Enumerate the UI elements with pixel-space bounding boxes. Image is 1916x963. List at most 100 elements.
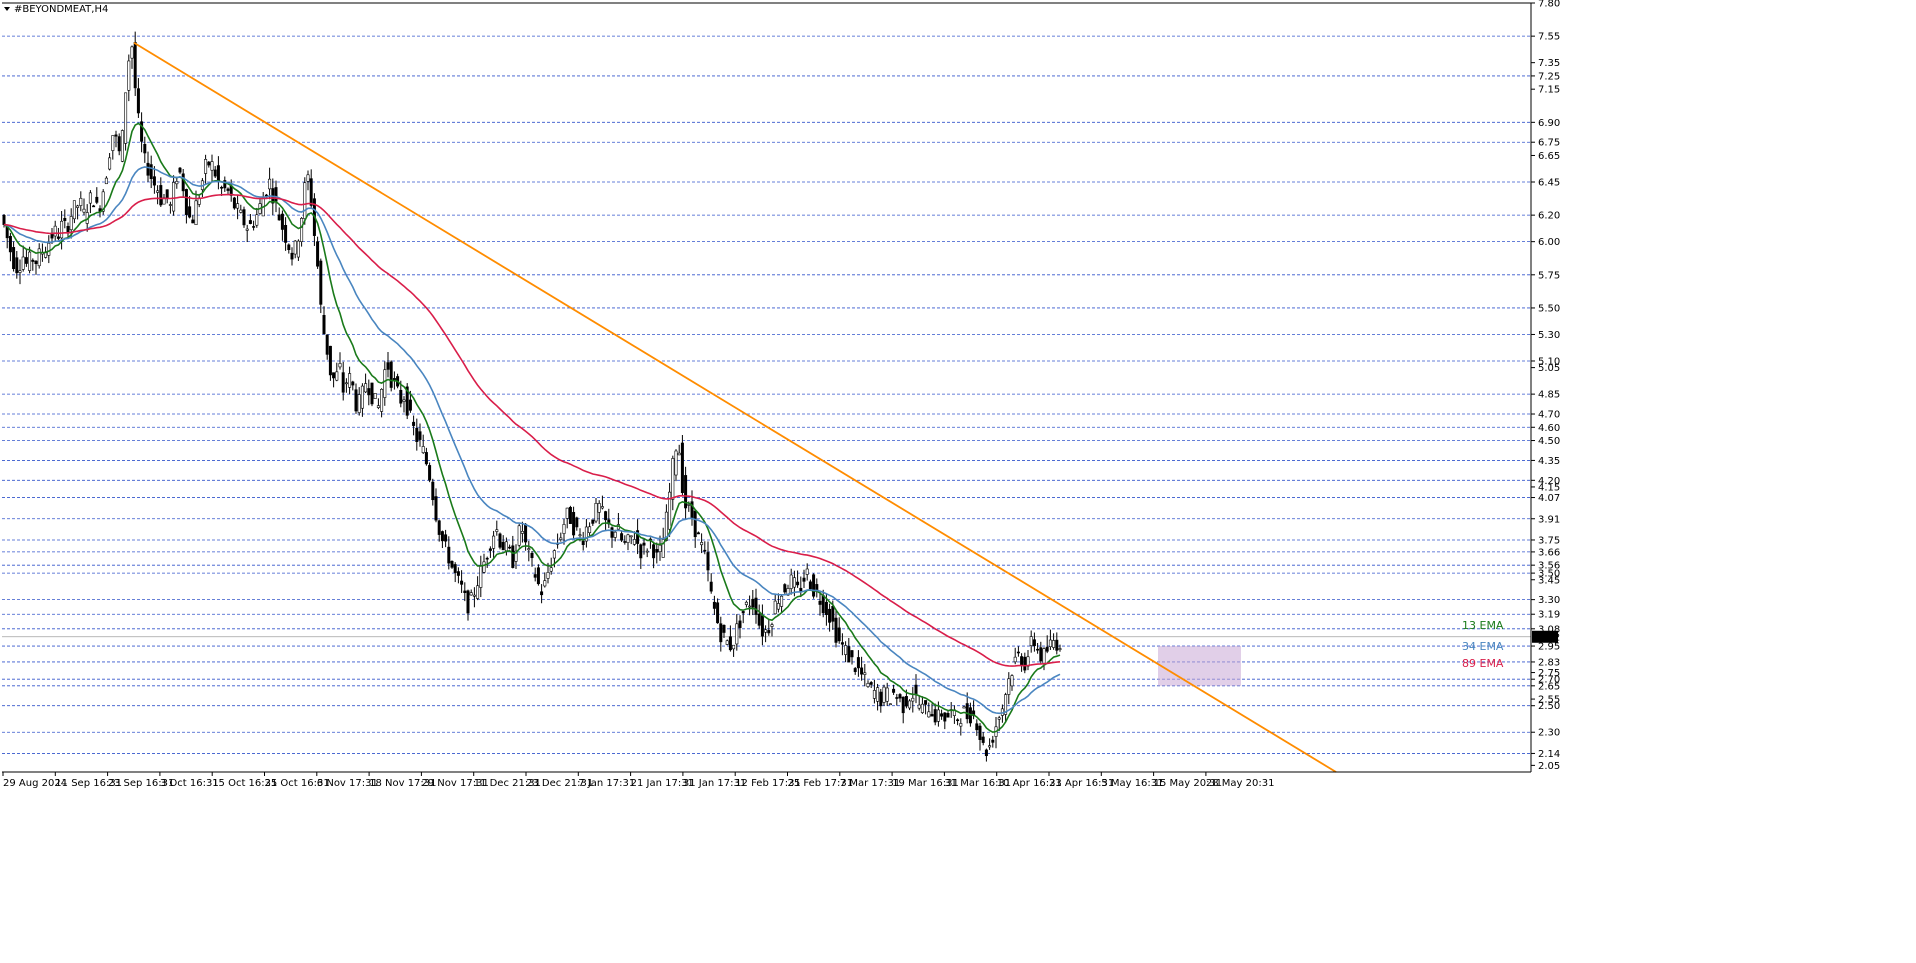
candle-body <box>930 714 934 717</box>
candle-body <box>28 251 32 271</box>
candle-body <box>632 539 636 545</box>
candle-body <box>415 427 419 442</box>
price-chart[interactable]: 7.80 7.55 7.35 7.25 7.15 6.90 6.75 6.65 6.45 6.20… <box>0 0 1916 963</box>
candle-body <box>716 602 720 624</box>
candle-body <box>853 668 857 672</box>
candle-body <box>31 259 35 262</box>
horizontal-level-lines <box>2 2 1531 754</box>
candle-body <box>367 388 371 396</box>
candle-body <box>354 389 358 412</box>
x-tick-label: 28 May 20:31 <box>1206 778 1275 789</box>
candle-body <box>60 220 64 239</box>
current-price-label: 3.02 <box>1538 632 1560 643</box>
y-tick-label: 4.50 <box>1538 436 1560 447</box>
y-axis-tick-labels: 7.80 7.55 7.35 7.25 7.15 6.90 6.75 6.65 6.45 6.20… <box>1531 0 1560 772</box>
candle-body <box>834 617 838 643</box>
candle-body <box>1029 636 1033 646</box>
candle-body <box>901 696 905 714</box>
candle-body <box>927 711 931 718</box>
y-tick-label: 7.80 <box>1538 0 1560 10</box>
candle-body <box>888 703 892 706</box>
candle-body <box>319 260 323 305</box>
candle-body <box>933 709 937 723</box>
candle-body <box>316 241 320 267</box>
candle-body <box>344 382 348 385</box>
y-tick-label: 6.45 <box>1538 177 1560 188</box>
candle-body <box>863 672 867 675</box>
y-tick-label: 3.30 <box>1538 595 1560 606</box>
candle-body <box>472 594 476 597</box>
candle-body <box>850 650 854 658</box>
candle-body <box>911 697 915 702</box>
candle-body <box>543 580 547 587</box>
ema-legend: 13 EMA 34 EMA 89 EMA <box>1462 619 1504 670</box>
candle-body <box>908 700 912 709</box>
candle-body <box>232 197 236 209</box>
candle-body <box>469 592 473 596</box>
candle-body <box>824 601 828 615</box>
candle-body <box>485 557 489 560</box>
candle-body <box>773 600 777 615</box>
candle-body <box>351 381 355 386</box>
y-tick-label: 4.70 <box>1538 410 1560 421</box>
candle-body <box>706 552 710 571</box>
candle-body <box>303 182 307 219</box>
candle-body <box>604 511 608 521</box>
candle-body <box>818 600 822 605</box>
candle-body <box>748 605 752 608</box>
candle-body <box>578 534 582 537</box>
chart-title: #BEYONDMEAT,H4 <box>14 4 108 15</box>
candle-body <box>764 629 768 633</box>
candle-body <box>511 545 515 568</box>
candle-body <box>872 690 876 699</box>
y-tick-label: 5.05 <box>1538 363 1560 374</box>
candle-body <box>962 706 966 709</box>
ema-line-13[interactable] <box>3 122 1061 734</box>
candle-body <box>1010 675 1014 687</box>
candle-body <box>8 235 12 253</box>
candle-body <box>181 173 185 192</box>
candle-body <box>296 240 300 258</box>
y-tick-label: 2.05 <box>1538 761 1560 772</box>
candle-body <box>568 506 572 524</box>
candle-body <box>837 627 841 642</box>
candle-body <box>796 581 800 586</box>
candle-body <box>463 590 467 593</box>
ema-line-89[interactable] <box>3 193 1061 667</box>
consolidation-zone-box[interactable] <box>1158 646 1241 686</box>
candle-body <box>178 167 182 173</box>
candle-body <box>175 181 179 185</box>
candle-body <box>428 465 432 481</box>
y-tick-label: 6.20 <box>1538 211 1560 222</box>
candle-body <box>680 442 684 493</box>
candle-body <box>328 345 332 376</box>
candle-body <box>293 240 297 255</box>
candle-body <box>725 640 729 645</box>
axes <box>2 2 1532 773</box>
candle-body <box>751 598 755 608</box>
candle-body <box>693 510 697 538</box>
candle-body <box>581 540 585 545</box>
current-price-tag: 3.02 <box>1532 630 1560 643</box>
candle-body <box>1055 639 1059 651</box>
candle-body <box>591 519 595 524</box>
candle-body <box>572 511 576 536</box>
candle-body <box>156 190 160 193</box>
candle-body <box>498 533 502 548</box>
candle-body <box>72 200 76 220</box>
candle-body <box>12 247 16 270</box>
candle-body <box>380 389 384 412</box>
candle-body <box>1036 648 1040 651</box>
candle-body <box>440 531 444 542</box>
candle-body <box>280 213 284 230</box>
descending-trendline[interactable] <box>133 42 1337 773</box>
chevron-down-icon[interactable] <box>4 7 10 11</box>
y-tick-label: 7.55 <box>1538 32 1560 43</box>
candle-body <box>562 524 566 534</box>
candle-body <box>306 174 310 182</box>
candle-body <box>981 736 985 743</box>
candle-body <box>1048 639 1052 648</box>
candle-body <box>594 503 598 522</box>
candle-body <box>847 646 851 663</box>
candle-body <box>309 178 313 206</box>
